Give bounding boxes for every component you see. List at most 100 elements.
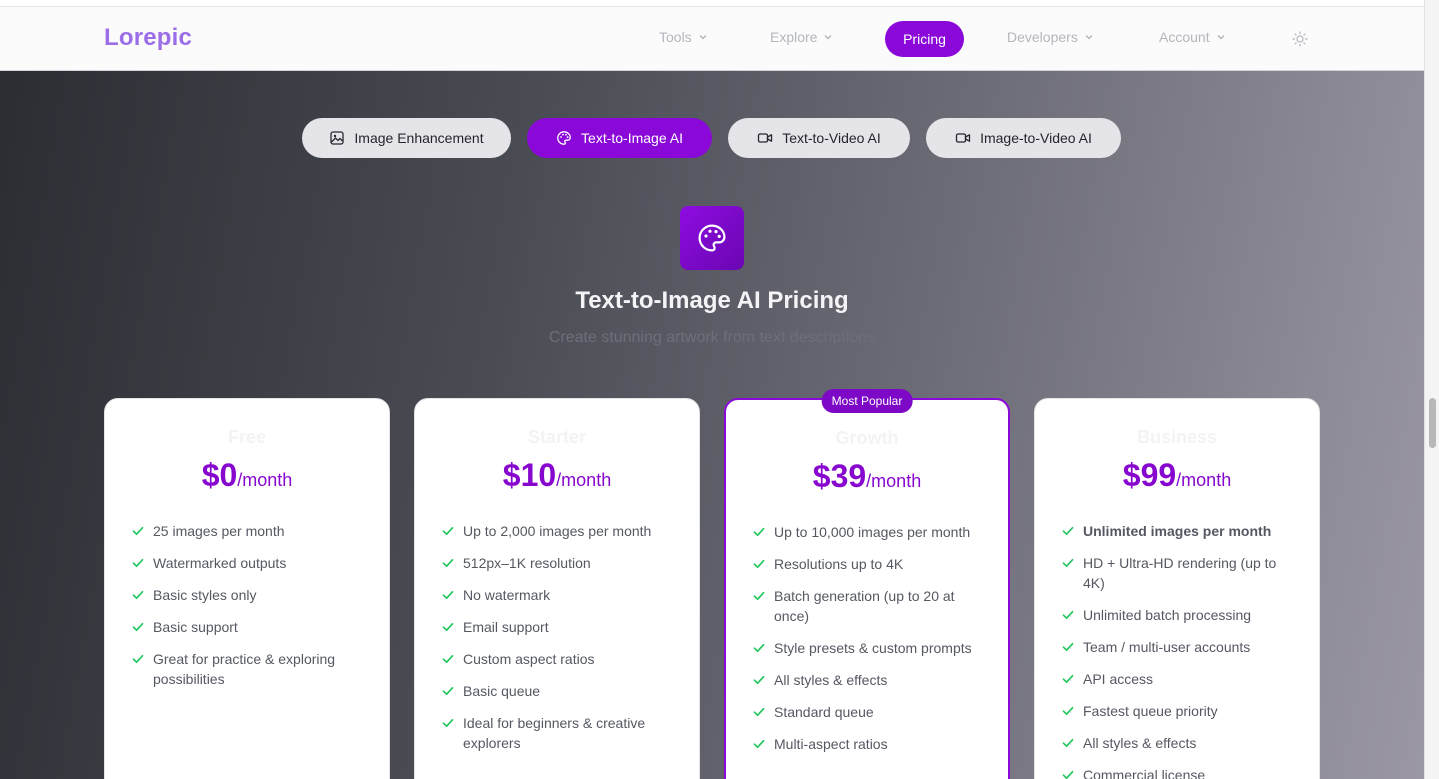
chevron-down-icon xyxy=(1217,35,1225,40)
feature-list: 25 images per month Watermarked outputs Ba… xyxy=(131,521,371,701)
tab-text-to-video[interactable]: Text-to-Video AI xyxy=(728,118,910,158)
feature-text: Email support xyxy=(463,619,549,635)
feature-text: Multi-aspect ratios xyxy=(774,736,888,752)
nav-developers-label: Developers xyxy=(1007,29,1078,45)
check-icon xyxy=(1062,526,1074,536)
nav-account-label: Account xyxy=(1159,29,1210,45)
logo[interactable]: Lorepic xyxy=(104,24,192,52)
feature-item: API access xyxy=(1061,669,1301,689)
tab-image-enhancement[interactable]: Image Enhancement xyxy=(302,118,511,158)
nav-tools-label: Tools xyxy=(659,29,692,45)
plan-name: Business xyxy=(1136,427,1218,447)
feature-item: All styles & effects xyxy=(752,670,992,690)
price-amount: $0 xyxy=(201,457,238,493)
check-icon xyxy=(1062,610,1074,620)
check-icon xyxy=(132,558,144,568)
feature-item: Team / multi-user accounts xyxy=(1061,637,1301,657)
check-icon xyxy=(1062,642,1074,652)
feature-list: Unlimited images per month HD + Ultra-HD … xyxy=(1061,521,1301,779)
check-icon xyxy=(442,622,454,632)
check-icon xyxy=(442,654,454,664)
plan-card-growth: Most Popular Growth $39/month Up to 10,0… xyxy=(724,389,1010,779)
check-icon xyxy=(1062,738,1074,748)
tab-label: Text-to-Video AI xyxy=(782,130,881,146)
feature-item: All styles & effects xyxy=(1061,733,1301,753)
price-period: /month xyxy=(866,471,922,491)
feature-item: Email support xyxy=(441,617,681,637)
feature-text: No watermark xyxy=(463,587,551,603)
feature-text: Commercial license xyxy=(1083,767,1206,779)
feature-text: Watermarked outputs xyxy=(153,555,287,571)
feature-text: API access xyxy=(1083,671,1154,687)
feature-item: Batch generation (up to 20 at once) xyxy=(752,586,992,626)
plan-name: Growth xyxy=(835,428,899,448)
feature-item: Basic queue xyxy=(441,681,681,701)
nav-explore-label: Explore xyxy=(770,29,818,45)
check-icon xyxy=(1062,706,1074,716)
feature-item: 25 images per month xyxy=(131,521,371,541)
sun-icon[interactable] xyxy=(1292,31,1308,47)
feature-text: Style presets & custom prompts xyxy=(774,640,972,656)
check-icon xyxy=(1062,674,1074,684)
check-icon xyxy=(132,590,144,600)
tab-text-to-image[interactable]: Text-to-Image AI xyxy=(527,118,712,158)
feature-text: Basic queue xyxy=(463,683,541,699)
feature-text: Unlimited batch processing xyxy=(1083,607,1252,623)
check-icon xyxy=(132,622,144,632)
feature-list: Up to 10,000 images per month Resolutions… xyxy=(752,522,992,766)
plan-price: $99/month xyxy=(1035,457,1319,494)
feature-text: Basic support xyxy=(153,619,238,635)
tab-image-to-video[interactable]: Image-to-Video AI xyxy=(926,118,1121,158)
check-icon xyxy=(1062,770,1074,779)
plan-card-free: Free $0/month 25 images per month Waterma… xyxy=(104,398,390,779)
feature-text: HD + Ultra-HD rendering (up to 4K) xyxy=(1083,555,1277,591)
price-period: /month xyxy=(556,470,612,490)
category-tabs: Image Enhancement Text-to-Image AI Text-… xyxy=(0,118,1424,158)
feature-text: Batch generation (up to 20 at once) xyxy=(774,588,955,624)
feature-text: Standard queue xyxy=(774,704,874,720)
feature-item: Up to 2,000 images per month xyxy=(441,521,681,541)
plan-price: $0/month xyxy=(105,457,389,494)
feature-text: Basic styles only xyxy=(153,587,257,603)
chevron-down-icon xyxy=(1085,35,1093,40)
feature-item: Up to 10,000 images per month xyxy=(752,522,992,542)
nav-tools[interactable]: Tools xyxy=(659,29,708,45)
check-icon xyxy=(753,739,765,749)
feature-item: HD + Ultra-HD rendering (up to 4K) xyxy=(1061,553,1301,593)
tab-label: Image-to-Video AI xyxy=(980,130,1092,146)
feature-text: Up to 10,000 images per month xyxy=(774,524,971,540)
feature-text: Custom aspect ratios xyxy=(463,651,595,667)
feature-item: No watermark xyxy=(441,585,681,605)
check-icon xyxy=(753,559,765,569)
feature-item: Unlimited batch processing xyxy=(1061,605,1301,625)
nav-account[interactable]: Account xyxy=(1159,29,1226,45)
check-icon xyxy=(442,558,454,568)
check-icon xyxy=(132,654,144,664)
price-amount: $99 xyxy=(1122,457,1177,493)
feature-text: Ideal for beginners & creative explorers xyxy=(463,715,646,751)
check-icon xyxy=(753,675,765,685)
plan-card-business: Business $99/month Unlimited images per … xyxy=(1034,398,1320,779)
nav-pricing[interactable]: Pricing xyxy=(885,21,964,57)
scrollbar[interactable] xyxy=(1424,0,1439,779)
feature-text: Resolutions up to 4K xyxy=(774,556,904,572)
feature-item: Basic styles only xyxy=(131,585,371,605)
tab-label: Text-to-Image AI xyxy=(581,130,683,146)
video-icon xyxy=(758,133,773,143)
nav-explore[interactable]: Explore xyxy=(770,29,833,45)
plan-card-starter: Starter $10/month Up to 2,000 images per… xyxy=(414,398,700,779)
plan-name: Starter xyxy=(527,427,587,447)
price-amount: $39 xyxy=(812,458,867,494)
feature-item: Ideal for beginners & creative explorers xyxy=(441,713,681,753)
price-period: /month xyxy=(237,470,293,490)
feature-text: Team / multi-user accounts xyxy=(1083,639,1251,655)
feature-item: Custom aspect ratios xyxy=(441,649,681,669)
feature-item: Unlimited images per month xyxy=(1061,521,1301,541)
palette-icon xyxy=(557,131,571,145)
feature-text: All styles & effects xyxy=(1083,735,1197,751)
nav-developers[interactable]: Developers xyxy=(1007,29,1094,45)
check-icon xyxy=(753,707,765,717)
chevron-down-icon xyxy=(824,35,832,40)
feature-list: Up to 2,000 images per month 512px–1K res… xyxy=(441,521,681,765)
scrollbar-thumb[interactable] xyxy=(1429,398,1436,448)
